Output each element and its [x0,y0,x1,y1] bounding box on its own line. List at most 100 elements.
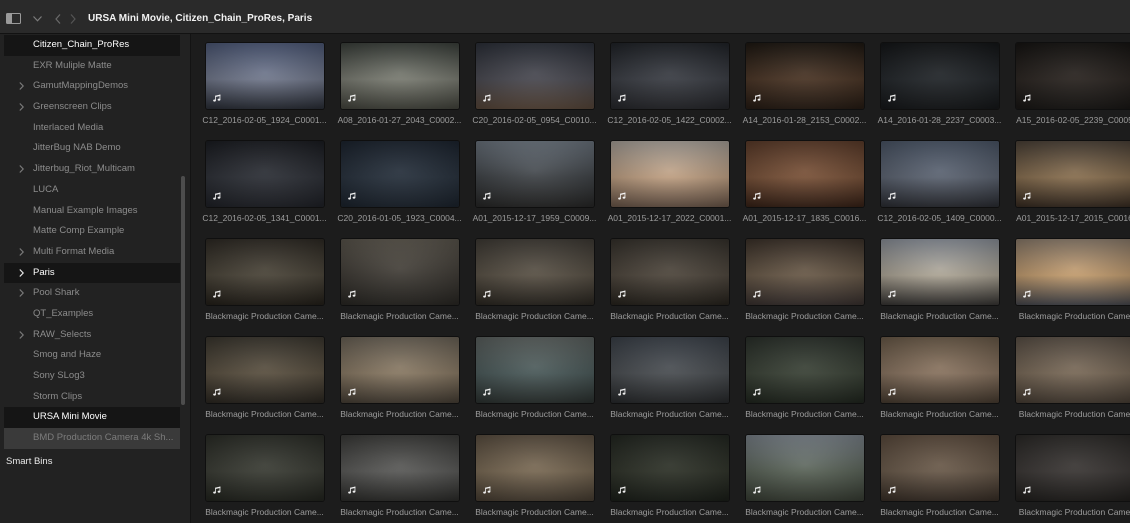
clip-item[interactable]: Blackmagic Production Came... [197,328,332,426]
clip-item[interactable]: C20_2016-02-05_0954_C0010... [467,34,602,132]
clip-item[interactable]: Blackmagic Production Came... [332,230,467,328]
bin-item-paris[interactable]: Paris [4,262,180,284]
sidebar-toggle-icon[interactable] [6,13,21,24]
clip-thumbnail[interactable] [340,337,459,403]
clip-item[interactable]: Blackmagic Production Came [1007,230,1130,328]
clip-thumbnail[interactable] [745,435,864,501]
clip-thumbnail[interactable] [745,141,864,207]
clip-item[interactable]: A14_2016-01-28_2153_C0002... [737,34,872,132]
bin-item-luca[interactable]: LUCA [4,180,180,201]
clip-thumbnail[interactable] [1015,337,1130,403]
clip-thumbnail[interactable] [205,141,324,207]
bin-item-exr-muliple-matte[interactable]: EXR Muliple Matte [4,56,180,77]
bin-item-raw-selects[interactable]: RAW_Selects [4,325,180,346]
bin-item-sony-slog3[interactable]: Sony SLog3 [4,366,180,387]
bin-item-manual-example-images[interactable]: Manual Example Images [4,201,180,222]
clip-thumbnail[interactable] [610,337,729,403]
clip-thumbnail[interactable] [880,435,999,501]
bin-item-bmd-production-camera-4k-sh[interactable]: BMD Production Camera 4k Sh... [4,428,180,449]
clip-thumbnail[interactable] [880,43,999,109]
clip-thumbnail[interactable] [880,141,999,207]
bin-item-multi-format-media[interactable]: Multi Format Media [4,242,180,263]
chevron-left-icon[interactable] [55,14,61,24]
clip-thumbnail[interactable] [610,43,729,109]
clip-item[interactable]: A14_2016-01-28_2237_C0003... [872,34,1007,132]
clip-item[interactable]: A15_2016-02-05_2239_C0005 [1007,34,1130,132]
clip-item[interactable]: A01_2015-12-17_2015_C0016 [1007,132,1130,230]
clip-thumbnail[interactable] [475,435,594,501]
clip-item[interactable]: Blackmagic Production Came... [467,230,602,328]
clip-item[interactable]: Blackmagic Production Came... [602,230,737,328]
clip-thumbnail[interactable] [475,239,594,305]
clip-item[interactable]: C20_2016-01-05_1923_C0004... [332,132,467,230]
clip-item[interactable]: Blackmagic Production Came... [332,426,467,523]
bin-item-jitterbug-nab-demo[interactable]: JitterBug NAB Demo [4,138,180,159]
clip-thumbnail[interactable] [340,43,459,109]
clip-item[interactable]: C12_2016-02-05_1924_C0001... [197,34,332,132]
clip-thumbnail[interactable] [205,337,324,403]
clip-item[interactable]: Blackmagic Production Came... [602,328,737,426]
clip-item[interactable]: Blackmagic Production Came [1007,328,1130,426]
clip-thumbnail[interactable] [1015,435,1130,501]
clip-thumbnail[interactable] [475,141,594,207]
bin-item-qt-examples[interactable]: QT_Examples [4,304,180,325]
chevron-right-icon[interactable] [19,103,25,111]
clip-thumbnail[interactable] [340,435,459,501]
clip-item[interactable]: Blackmagic Production Came... [737,328,872,426]
clip-thumbnail[interactable] [745,239,864,305]
bin-item-ursa-mini-movie[interactable]: URSA Mini Movie [4,407,180,429]
clip-item[interactable]: Blackmagic Production Came... [872,328,1007,426]
clip-thumbnail[interactable] [745,43,864,109]
clip-thumbnail[interactable] [1015,141,1130,207]
clip-thumbnail[interactable] [880,337,999,403]
bin-item-greenscreen-clips[interactable]: Greenscreen Clips [4,97,180,118]
clip-item[interactable]: Blackmagic Production Came... [467,328,602,426]
clip-item[interactable]: Blackmagic Production Came... [602,426,737,523]
clip-thumbnail[interactable] [610,239,729,305]
bin-item-interlaced-media[interactable]: Interlaced Media [4,118,180,139]
bin-item-storm-clips[interactable]: Storm Clips [4,387,180,408]
bin-item-citizen-chain-prores[interactable]: Citizen_Chain_ProRes [4,35,180,56]
clip-item[interactable]: Blackmagic Production Came... [737,426,872,523]
clip-thumbnail[interactable] [1015,239,1130,305]
clip-item[interactable]: A01_2015-12-17_2022_C0001... [602,132,737,230]
clip-item[interactable]: Blackmagic Production Came... [197,426,332,523]
bin-item-matte-comp-example[interactable]: Matte Comp Example [4,221,180,242]
clip-item[interactable]: A01_2015-12-17_1959_C0009... [467,132,602,230]
clip-item[interactable]: Blackmagic Production Came... [872,230,1007,328]
clip-item[interactable]: C12_2016-02-05_1341_C0001... [197,132,332,230]
clip-item[interactable]: Blackmagic Production Came [1007,426,1130,523]
chevron-right-icon[interactable] [19,82,25,91]
clip-thumbnail[interactable] [475,43,594,109]
clip-item[interactable]: Blackmagic Production Came... [467,426,602,523]
clip-thumbnail[interactable] [205,435,324,501]
chevron-right-icon[interactable] [19,165,25,174]
clip-thumbnail[interactable] [610,435,729,501]
bin-item-jitterbug-riot-multicam[interactable]: Jitterbug_Riot_Multicam [4,159,180,180]
clip-item[interactable]: A01_2015-12-17_1835_C0016... [737,132,872,230]
chevron-right-icon[interactable] [19,289,25,298]
sidebar-scrollbar[interactable] [181,176,185,405]
clip-thumbnail[interactable] [205,239,324,305]
clip-thumbnail[interactable] [475,337,594,403]
chevron-down-icon[interactable] [33,16,42,22]
clip-thumbnail[interactable] [205,43,324,109]
clip-thumbnail[interactable] [880,239,999,305]
clip-thumbnail[interactable] [610,141,729,207]
clip-item[interactable]: Blackmagic Production Came... [332,328,467,426]
clip-thumbnail[interactable] [340,239,459,305]
clip-item[interactable]: C12_2016-02-05_1409_C0000... [872,132,1007,230]
clip-thumbnail[interactable] [745,337,864,403]
clip-thumbnail[interactable] [1015,43,1130,109]
clip-item[interactable]: Blackmagic Production Came... [197,230,332,328]
bin-item-pool-shark[interactable]: Pool Shark [4,283,180,304]
clip-item[interactable]: C12_2016-02-05_1422_C0002... [602,34,737,132]
clip-thumbnail[interactable] [340,141,459,207]
clip-item[interactable]: A08_2016-01-27_2043_C0002... [332,34,467,132]
chevron-right-icon[interactable] [19,268,25,277]
chevron-right-icon[interactable] [19,247,25,256]
smart-bins-header[interactable]: Smart Bins [0,452,189,472]
clip-item[interactable]: Blackmagic Production Came... [872,426,1007,523]
bin-item-gamutmappingdemos[interactable]: GamutMappingDemos [4,76,180,97]
chevron-right-icon[interactable] [19,330,25,339]
